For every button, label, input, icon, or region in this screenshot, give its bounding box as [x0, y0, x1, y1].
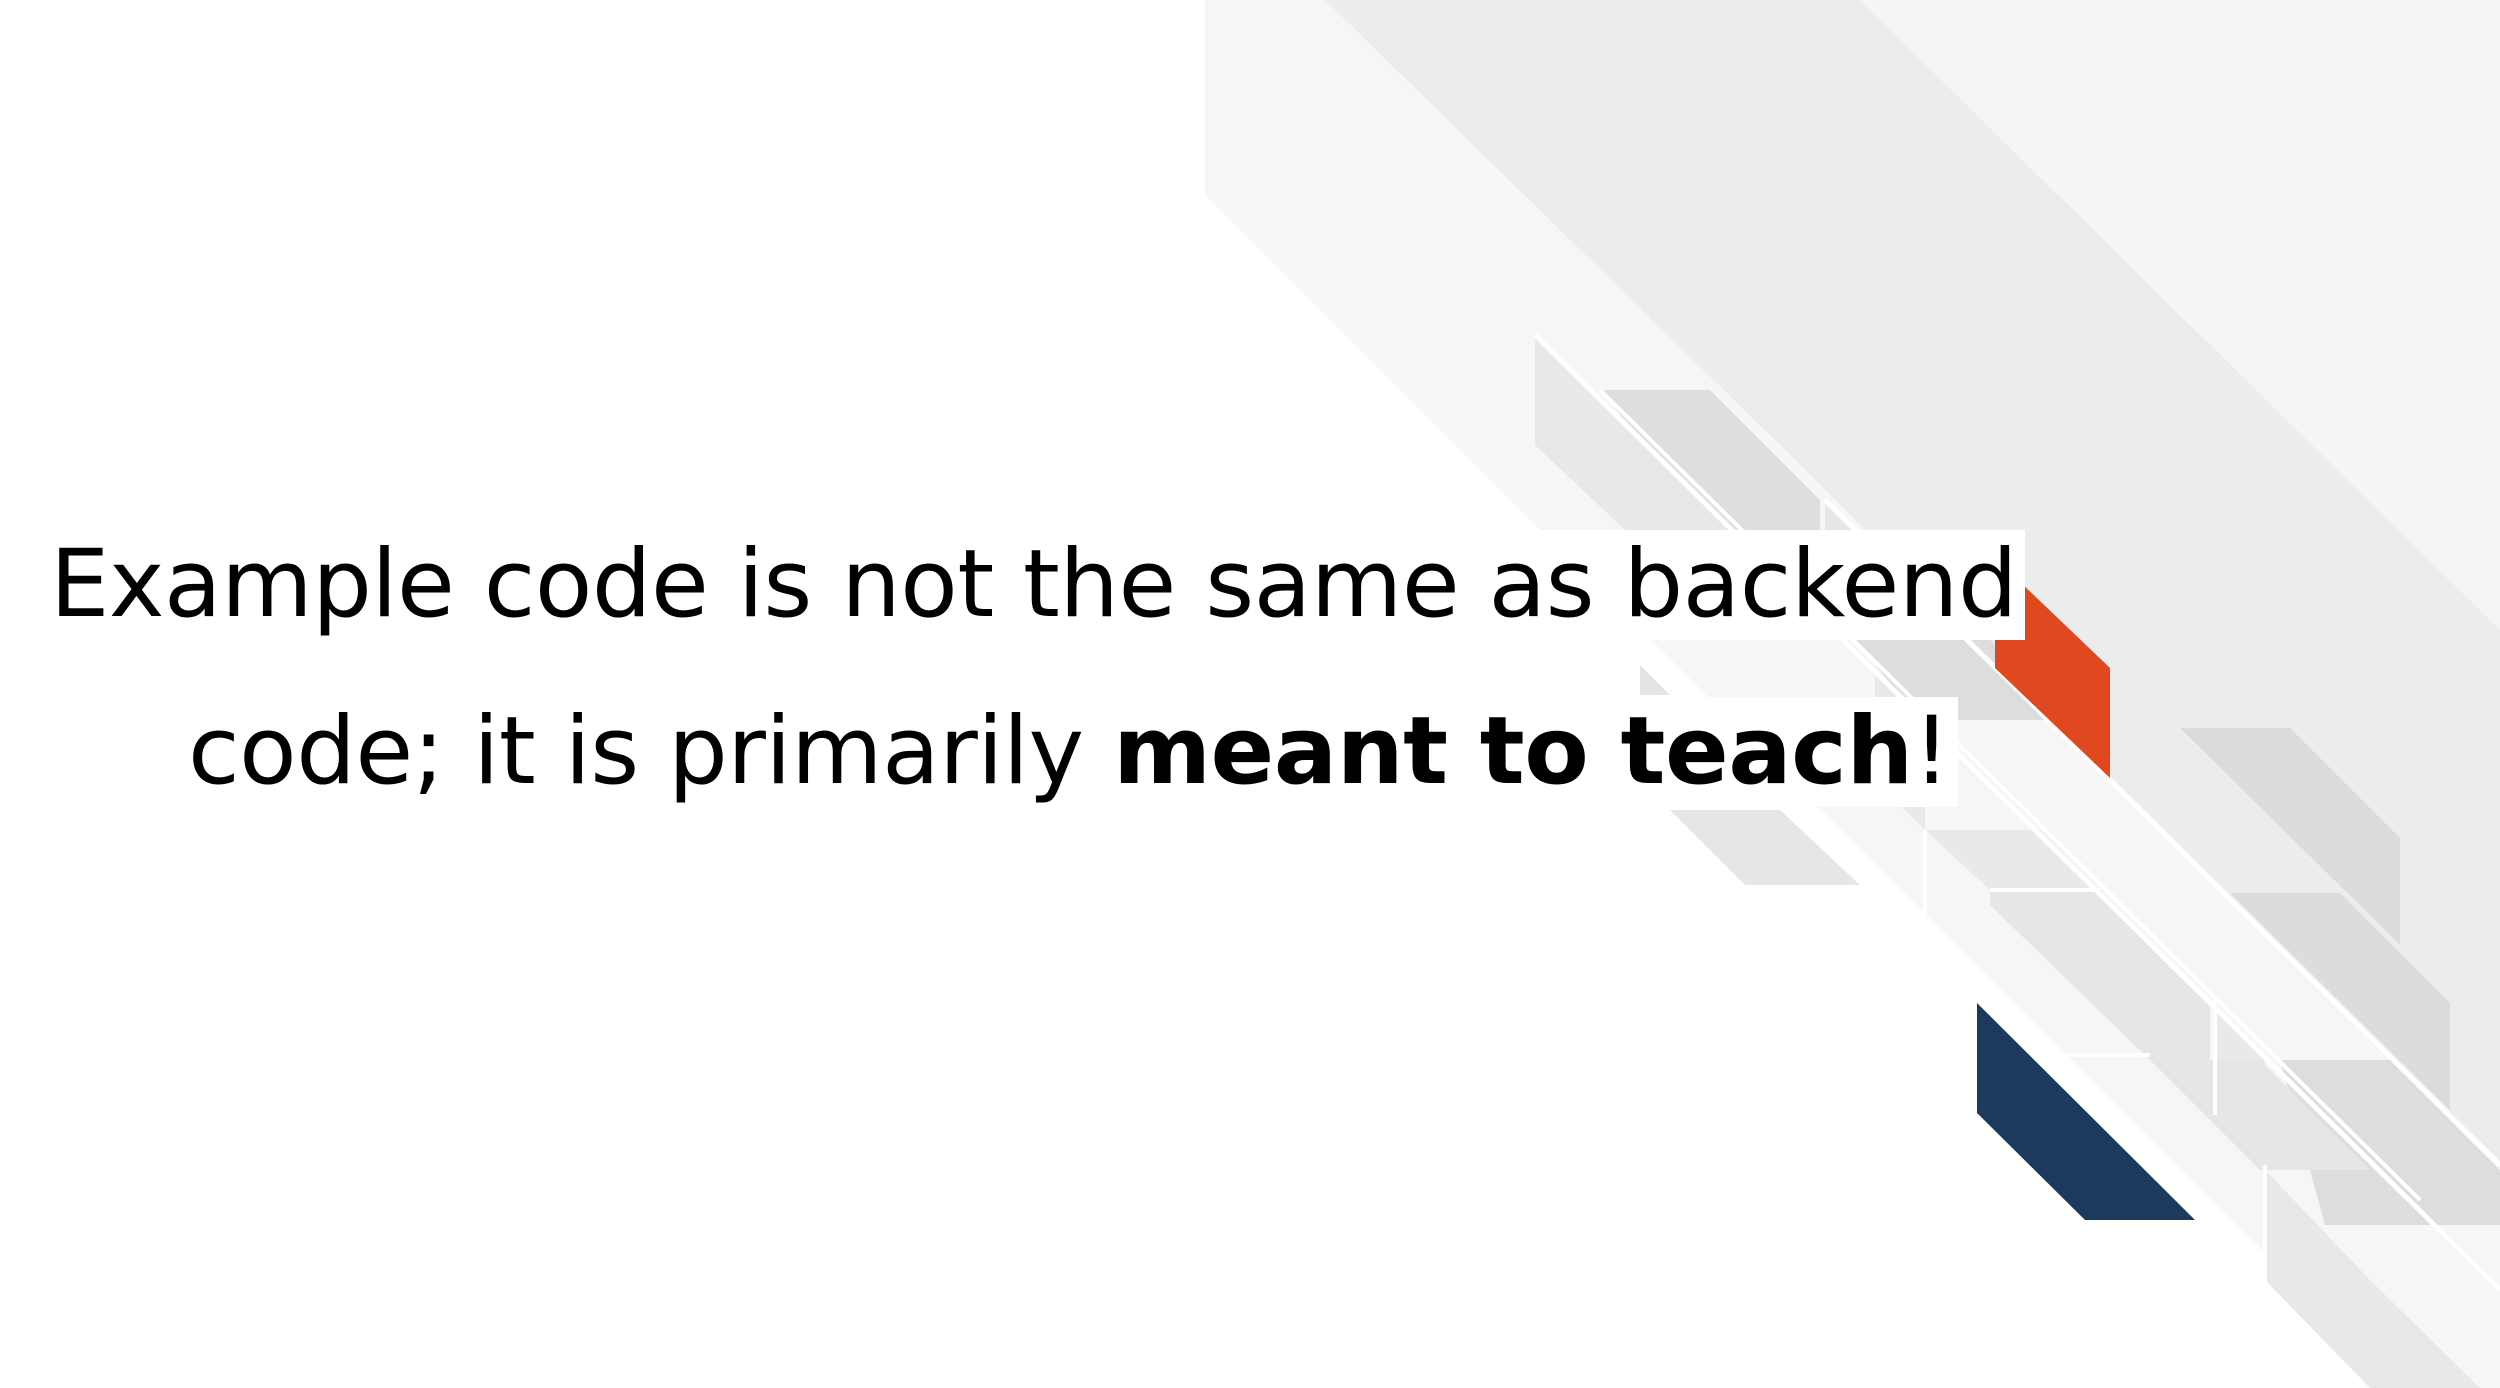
slide-text-line-2-suffix: ! — [1912, 697, 1951, 806]
slide-text-line-1: Example code is not the same as backend — [42, 530, 2026, 640]
slide: Example code is not the same as backend … — [0, 0, 2500, 1388]
slide-text: Example code is not the same as backend … — [0, 0, 2500, 1388]
slide-text-line-2-prefix: code; it is primarily — [188, 697, 1114, 806]
slide-text-emphasis: meant to teach — [1113, 697, 1913, 806]
slide-text-line-2: code; it is primarily meant to teach! — [180, 697, 1958, 807]
